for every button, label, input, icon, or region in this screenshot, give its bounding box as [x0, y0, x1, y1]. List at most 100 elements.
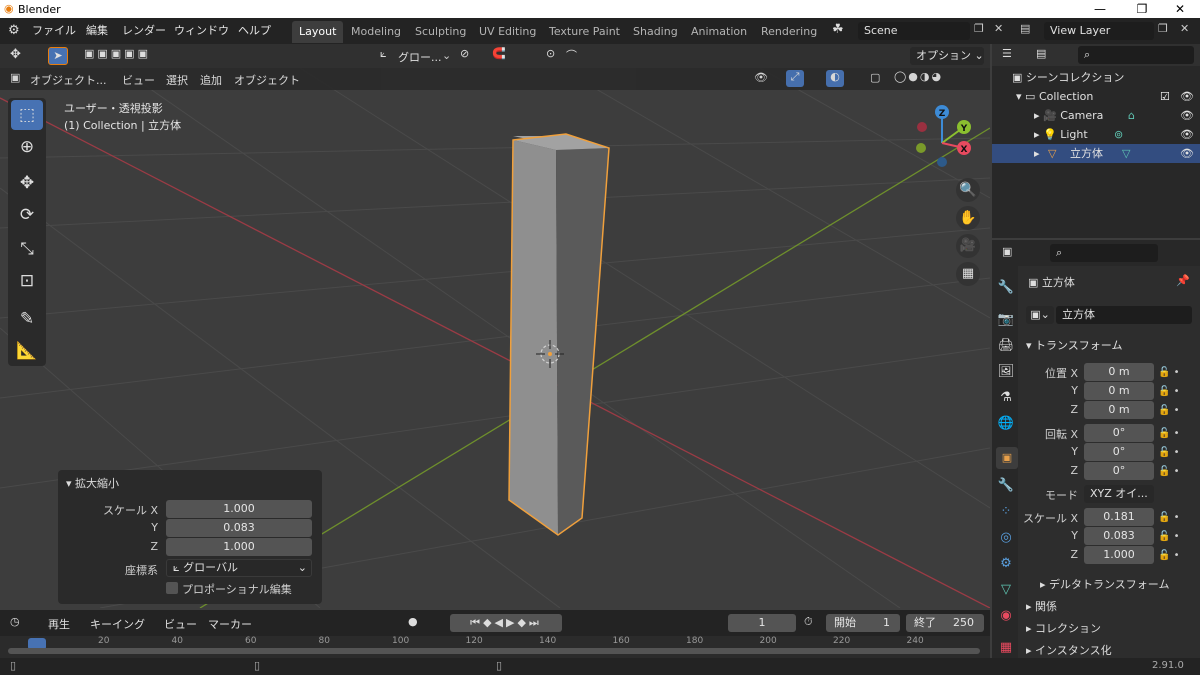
menu-window[interactable]: ウィンドウ — [174, 22, 229, 40]
xray-icon[interactable]: ▢ — [870, 71, 880, 84]
data-tab-icon[interactable]: ▽ — [996, 580, 1016, 600]
select-mode-icons[interactable]: ▣▣▣▣▣ — [84, 47, 151, 60]
rotation-x-field[interactable]: 0° — [1084, 424, 1154, 442]
timeline-editor-icon[interactable]: ◷ — [10, 615, 20, 628]
outliner-item-camera[interactable]: ▸ 🎥 Camera ⌂ 👁 — [1034, 106, 1200, 125]
vp-menu-add[interactable]: 追加 — [200, 72, 222, 88]
scale-x-field[interactable]: 1.000 — [166, 500, 312, 518]
constraints-tab-icon[interactable]: ⚙ — [996, 554, 1016, 574]
scene-collection-row[interactable]: ▣ シーンコレクション — [1012, 68, 1198, 87]
rotation-y-field[interactable]: 0° — [1084, 443, 1154, 461]
lock-icons-location[interactable]: 🔓 • 🔓 • 🔓 • — [1158, 363, 1180, 420]
menu-help[interactable]: ヘルプ — [238, 22, 271, 40]
object-name-field[interactable]: 立方体 — [1056, 306, 1192, 324]
vp-menu-view[interactable]: ビュー — [122, 72, 155, 88]
output-tab-icon[interactable]: 🖨 — [996, 336, 1016, 356]
outliner-editor-icon[interactable]: ☰ — [1002, 47, 1012, 60]
tab-shading[interactable]: Shading — [626, 21, 685, 43]
scale-y-field[interactable]: 0.083 — [1084, 527, 1154, 545]
scene-icon[interactable]: ☘ — [832, 22, 844, 37]
eye-icon[interactable]: 👁 — [1180, 144, 1194, 163]
tab-texture-paint[interactable]: Texture Paint — [542, 21, 627, 43]
gizmo-toggle-icon[interactable]: ⤢ — [786, 70, 804, 87]
timeline-menu-keying[interactable]: キーイング — [90, 616, 145, 632]
new-scene-icon[interactable]: ❐ — [974, 22, 984, 35]
particles-tab-icon[interactable]: ⁘ — [996, 502, 1016, 522]
exclude-checkbox[interactable]: ☑ — [1160, 87, 1170, 106]
menu-edit[interactable]: 編集 — [86, 22, 108, 40]
render-tab-icon[interactable]: 📷 — [996, 310, 1016, 330]
scale-z-field[interactable]: 1.000 — [1084, 546, 1154, 564]
options-dropdown[interactable]: オプション ⌄ — [910, 47, 984, 65]
orientation-icon[interactable]: ⟀ — [380, 47, 387, 61]
end-frame-field[interactable]: 終了 250 — [906, 614, 984, 632]
relations-header[interactable]: ▸ 関係 — [1026, 598, 1057, 614]
timeline-scrollbar[interactable] — [8, 648, 980, 654]
collections-header[interactable]: ▸ コレクション — [1026, 620, 1101, 636]
tab-rendering[interactable]: Rendering — [754, 21, 824, 43]
maximize-button[interactable]: ❐ — [1122, 0, 1162, 18]
display-mode-icon[interactable]: ▤ — [1036, 47, 1046, 60]
material-tab-icon[interactable]: ◉ — [996, 606, 1016, 626]
overlay-toggle-icon[interactable]: ◐ — [826, 70, 844, 87]
location-y-field[interactable]: 0 m — [1084, 382, 1154, 400]
scale-y-field[interactable]: 0.083 — [166, 519, 312, 537]
instancing-header[interactable]: ▸ インスタンス化 — [1026, 642, 1112, 658]
tab-modeling[interactable]: Modeling — [344, 21, 408, 43]
proportional-icon[interactable]: ⊙ — [546, 47, 555, 60]
vp-menu-object[interactable]: オブジェクト — [234, 72, 300, 88]
timeline-menu-playback[interactable]: 再生 — [48, 616, 70, 632]
timeline-menu-view[interactable]: ビュー — [164, 616, 197, 632]
view-layer-icon[interactable]: ▤ — [1020, 22, 1030, 35]
properties-editor-icon[interactable]: ▣ — [1002, 245, 1012, 258]
camera-view-icon[interactable]: 🎥 — [956, 234, 980, 258]
start-frame-field[interactable]: 開始 1 — [826, 614, 900, 632]
snap-icon[interactable]: 🧲 — [492, 47, 506, 60]
pivot-icon[interactable]: ⊘ — [460, 47, 469, 60]
eye-icon[interactable]: 👁 — [1180, 87, 1194, 106]
scene-tab-icon[interactable]: ⚗ — [996, 388, 1016, 408]
view-layer-field[interactable]: View Layer — [1044, 22, 1154, 40]
editor-type-icon[interactable]: ✥ — [10, 47, 21, 62]
navigation-gizmo[interactable]: Z Y X — [900, 100, 980, 180]
rotate-tool-icon[interactable]: ⟳ — [11, 200, 43, 230]
location-x-field[interactable]: 0 m — [1084, 363, 1154, 381]
delta-transform-header[interactable]: ▸ デルタトランスフォーム — [1040, 576, 1169, 592]
select-tool-icon[interactable]: ➤ — [48, 47, 68, 65]
scale-z-field[interactable]: 1.000 — [166, 538, 312, 556]
transform-panel-header[interactable]: ▾ トランスフォーム — [1026, 337, 1122, 353]
transform-tool-icon[interactable]: ⊡ — [11, 266, 43, 296]
tab-sculpting[interactable]: Sculpting — [408, 21, 473, 43]
menu-render[interactable]: レンダー — [122, 22, 166, 40]
grid-view-icon[interactable]: ▦ — [956, 262, 980, 286]
outliner-search[interactable]: ⌕ — [1078, 46, 1194, 64]
scene-field[interactable]: Scene — [858, 22, 970, 40]
new-view-layer-icon[interactable]: ❐ — [1158, 22, 1168, 35]
rotation-z-field[interactable]: 0° — [1084, 462, 1154, 480]
object-tab-icon[interactable]: ▣ — [996, 447, 1018, 469]
cursor-tool-icon[interactable]: ⊕ — [11, 132, 43, 162]
eye-icon[interactable]: 👁 — [1180, 125, 1194, 144]
tab-layout[interactable]: Layout — [292, 21, 344, 43]
record-icon[interactable]: ● — [408, 615, 418, 628]
mode-dropdown[interactable]: オブジェクト... — [30, 72, 107, 88]
minimize-button[interactable]: — — [1080, 0, 1120, 18]
orientation-select[interactable]: ⟀ グローバル ⌄ — [166, 559, 312, 577]
orientation-dropdown[interactable]: グロー... — [398, 49, 442, 65]
delete-scene-icon[interactable]: ✕ — [994, 22, 1003, 35]
visibility-icon[interactable]: 👁 — [754, 71, 768, 84]
object-mode-icon[interactable]: ▣ — [10, 71, 20, 84]
stopwatch-icon[interactable]: ⏱ — [804, 615, 813, 629]
measure-tool-icon[interactable]: 📐 — [11, 336, 43, 366]
pan-hand-icon[interactable]: ✋ — [956, 206, 980, 230]
shading-mode-icons[interactable]: ◯●◑◕ — [894, 70, 943, 83]
annotate-tool-icon[interactable]: ✎ — [11, 304, 43, 334]
3d-viewport[interactable]: ユーザー・透視投影 (1) Collection | 立方体 ⬚ ⊕ ✥ ⟳ ⤡… — [0, 68, 990, 608]
close-window-button[interactable]: ✕ — [1160, 0, 1200, 18]
delete-view-layer-icon[interactable]: ✕ — [1180, 22, 1189, 35]
tab-uv-editing[interactable]: UV Editing — [472, 21, 543, 43]
menu-file[interactable]: ファイル — [32, 22, 76, 40]
tool-tab-icon[interactable]: 🔧 — [996, 278, 1016, 298]
location-z-field[interactable]: 0 m — [1084, 401, 1154, 419]
view-layer-tab-icon[interactable]: 🖼 — [996, 362, 1016, 382]
